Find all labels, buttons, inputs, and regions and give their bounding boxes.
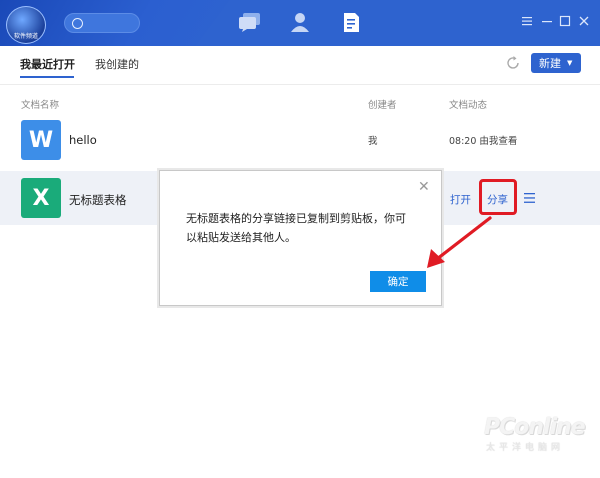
minimize-icon[interactable] — [540, 14, 554, 28]
contacts-icon[interactable] — [291, 12, 309, 32]
doc-icon-letter: W — [28, 127, 54, 153]
close-icon[interactable]: ✕ — [418, 180, 430, 194]
tab-created[interactable]: 我创建的 — [95, 56, 139, 72]
refresh-icon[interactable] — [505, 55, 521, 71]
file-row[interactable]: W hello 我 08:20 由我查看 — [0, 113, 600, 167]
ok-button[interactable]: 确定 — [370, 271, 426, 292]
file-activity: 08:20 由我查看 — [449, 136, 518, 147]
search-icon — [72, 18, 83, 29]
search-input[interactable] — [64, 13, 140, 33]
more-options-icon[interactable] — [524, 193, 535, 203]
column-header-activity: 文档动态 — [449, 100, 488, 111]
watermark: PConline 太平洋电脑网 — [484, 415, 586, 453]
watermark-subtitle: 太平洋电脑网 — [486, 443, 565, 453]
share-dialog: ✕ 无标题表格的分享链接已复制到剪贴板，你可以粘贴发送给其他人。 确定 — [159, 170, 442, 306]
tab-recent[interactable]: 我最近打开 — [20, 56, 75, 72]
maximize-icon[interactable] — [558, 14, 572, 28]
active-tab-indicator — [20, 76, 74, 78]
sheet-icon-letter: X — [32, 185, 50, 211]
column-header-name: 文档名称 — [21, 100, 60, 111]
open-link[interactable]: 打开 — [450, 192, 471, 207]
title-bar: 软件频道 — [0, 0, 600, 46]
file-name[interactable]: hello — [69, 133, 97, 147]
spreadsheet-icon: X — [21, 178, 61, 218]
close-icon[interactable] — [577, 14, 591, 28]
chevron-down-icon: ▼ — [567, 59, 573, 67]
file-name[interactable]: 无标题表格 — [69, 192, 127, 208]
word-doc-icon: W — [21, 120, 61, 160]
documents-icon[interactable] — [343, 12, 360, 33]
column-header-creator: 创建者 — [368, 100, 397, 111]
new-button[interactable]: 新建 ▼ — [531, 53, 581, 73]
watermark-logo: PConline — [484, 415, 586, 440]
file-creator: 我 — [368, 136, 378, 147]
new-button-label: 新建 — [539, 57, 561, 70]
share-highlight-box — [479, 179, 517, 215]
menu-icon[interactable] — [520, 14, 534, 28]
logo-text: 软件频道 — [13, 33, 38, 40]
app-logo: 软件频道 — [6, 6, 46, 44]
dialog-message: 无标题表格的分享链接已复制到剪贴板，你可以粘贴发送给其他人。 — [186, 212, 406, 244]
tabs-divider — [0, 84, 600, 85]
messages-icon[interactable] — [238, 12, 262, 32]
